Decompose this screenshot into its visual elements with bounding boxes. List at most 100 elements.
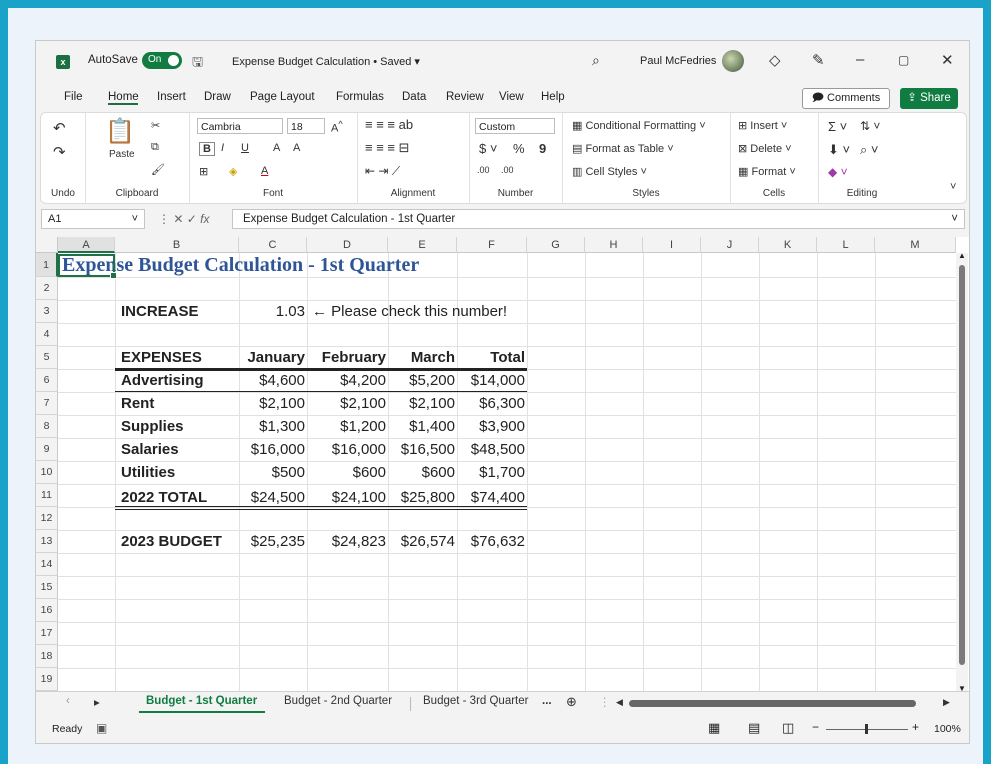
menu-file[interactable]: File — [64, 91, 83, 103]
column-header-b[interactable]: B — [115, 237, 239, 253]
row-header-7[interactable]: 7 — [36, 392, 58, 415]
find-select-icon[interactable]: ⌕ ˅ — [860, 142, 878, 158]
row-header-8[interactable]: 8 — [36, 415, 58, 438]
budget-value[interactable]: $24,823 — [307, 530, 388, 553]
total-value[interactable]: $74,400 — [457, 484, 527, 511]
scroll-left-icon[interactable]: ◀ — [616, 697, 623, 708]
format-as-table-button[interactable]: ▤ Format as Table ˅ — [572, 142, 674, 155]
close-icon[interactable]: ✕ — [941, 51, 954, 69]
format-painter-icon[interactable]: 🖌 — [151, 163, 165, 176]
expense-value[interactable]: $4,600 — [239, 369, 307, 392]
header-february[interactable]: February — [307, 346, 388, 369]
expense-value[interactable]: $2,100 — [388, 392, 457, 415]
clear-icon[interactable]: ◆ ˅ — [828, 165, 848, 179]
zoom-slider-thumb[interactable] — [865, 724, 868, 734]
diamond-icon[interactable]: ◇ — [769, 51, 781, 69]
budget-value[interactable]: $76,632 — [457, 530, 527, 553]
align-left-icon[interactable]: ≡ ≡ ≡ ⊟ — [365, 140, 409, 156]
scroll-up-icon[interactable]: ▲ — [958, 251, 966, 260]
align-top-icon[interactable]: ≡ ≡ ≡ ab — [365, 117, 413, 132]
cell-styles-button[interactable]: ▥ Cell Styles ˅ — [572, 165, 647, 178]
column-header-k[interactable]: K — [759, 237, 817, 253]
fill-color-icon[interactable]: ◈ — [229, 165, 237, 178]
cut-icon[interactable]: ✂ — [151, 119, 160, 132]
budget-value[interactable]: $26,574 — [388, 530, 457, 553]
header-expenses[interactable]: EXPENSES — [121, 346, 202, 369]
expense-name[interactable]: Supplies — [121, 415, 184, 438]
tab-budget-2nd-quarter[interactable]: Budget - 2nd Quarter — [284, 695, 392, 707]
pen-icon[interactable]: ✎ — [812, 51, 825, 69]
row-header-10[interactable]: 10 — [36, 461, 58, 484]
fill-icon[interactable]: ⬇ ˅ — [828, 142, 850, 158]
ribbon-collapse-icon[interactable]: ˅ — [950, 181, 956, 193]
name-box[interactable]: A1 ˅ — [41, 209, 145, 229]
avatar[interactable] — [722, 50, 744, 72]
total-value[interactable]: $24,100 — [307, 484, 388, 511]
vertical-scrollbar[interactable]: ▲ ▼ — [956, 251, 968, 693]
row-header-16[interactable]: 16 — [36, 599, 58, 622]
zoom-in-icon[interactable]: + — [912, 720, 919, 734]
menu-data[interactable]: Data — [402, 91, 426, 103]
italic-icon[interactable]: I — [221, 142, 224, 154]
menu-insert[interactable]: Insert — [157, 91, 186, 103]
increase-note[interactable]: ← Please check this number! — [312, 300, 507, 323]
font-shrink-icon[interactable]: A — [293, 142, 300, 154]
select-all-corner[interactable] — [36, 237, 58, 253]
total-value[interactable]: $25,800 — [388, 484, 457, 511]
zoom-level[interactable]: 100% — [934, 723, 961, 735]
column-header-l[interactable]: L — [817, 237, 875, 253]
budget-label[interactable]: 2023 BUDGET — [121, 530, 222, 553]
column-header-g[interactable]: G — [527, 237, 585, 253]
share-button[interactable]: ⇪ Share — [900, 88, 958, 109]
minimize-icon[interactable]: – — [856, 51, 864, 68]
horizontal-scroll-thumb[interactable] — [629, 700, 916, 707]
expense-value[interactable]: $48,500 — [457, 438, 527, 461]
worksheet-grid[interactable]: A B C D E F G H I J K L M 1 2 3 4 5 6 7 … — [36, 237, 969, 693]
expense-value[interactable]: $600 — [307, 461, 388, 484]
expense-value[interactable]: $16,000 — [307, 438, 388, 461]
paste-icon[interactable]: 📋 — [105, 117, 135, 146]
expense-value[interactable]: $16,500 — [388, 438, 457, 461]
expense-name[interactable]: Salaries — [121, 438, 179, 461]
row-header-5[interactable]: 5 — [36, 346, 58, 369]
menu-formulas[interactable]: Formulas — [336, 91, 384, 103]
tab-budget-1st-quarter[interactable]: Budget - 1st Quarter — [146, 695, 257, 707]
row-header-2[interactable]: 2 — [36, 277, 58, 300]
header-total[interactable]: Total — [457, 346, 527, 369]
vertical-scroll-thumb[interactable] — [959, 265, 965, 665]
accessibility-icon[interactable]: ▣ — [96, 721, 107, 735]
document-title[interactable]: Expense Budget Calculation • Saved ▾ — [232, 55, 420, 68]
menu-help[interactable]: Help — [541, 91, 565, 103]
menu-home[interactable]: Home — [108, 91, 139, 103]
row-header-15[interactable]: 15 — [36, 576, 58, 599]
conditional-formatting-button[interactable]: ▦ Conditional Formatting ˅ — [572, 119, 706, 132]
expense-name[interactable]: Utilities — [121, 461, 175, 484]
menu-view[interactable]: View — [499, 91, 524, 103]
font-size-select[interactable]: 18 — [287, 118, 325, 134]
number-format-select[interactable]: Custom — [475, 118, 555, 134]
expense-name[interactable]: Rent — [121, 392, 154, 415]
formula-input[interactable]: Expense Budget Calculation - 1st Quarter… — [232, 209, 965, 229]
row-header-12[interactable]: 12 — [36, 507, 58, 530]
restore-icon[interactable]: ▢ — [898, 53, 909, 67]
format-cells-button[interactable]: ▦ Format ˅ — [738, 165, 796, 178]
more-tabs-button[interactable]: ... — [542, 695, 552, 707]
total-label[interactable]: 2022 TOTAL — [121, 484, 207, 511]
cell-selection[interactable] — [58, 254, 117, 279]
expense-value[interactable]: $1,400 — [388, 415, 457, 438]
row-header-17[interactable]: 17 — [36, 622, 58, 645]
row-header-11[interactable]: 11 — [36, 484, 58, 507]
expense-value[interactable]: $1,300 — [239, 415, 307, 438]
row-header-14[interactable]: 14 — [36, 553, 58, 576]
autosum-icon[interactable]: Σ ˅ — [828, 119, 847, 134]
menu-review[interactable]: Review — [446, 91, 484, 103]
copy-icon[interactable]: ⧉ — [151, 141, 159, 154]
tab-next-icon[interactable]: ▸ — [94, 695, 100, 709]
column-header-f[interactable]: F — [457, 237, 527, 253]
fx-icon[interactable]: ⋮ ✕ ✓ fx — [158, 212, 209, 226]
expense-value[interactable]: $3,900 — [457, 415, 527, 438]
row-header-19[interactable]: 19 — [36, 668, 58, 691]
zoom-out-icon[interactable]: − — [812, 720, 819, 734]
menu-draw[interactable]: Draw — [204, 91, 231, 103]
row-header-4[interactable]: 4 — [36, 323, 58, 346]
